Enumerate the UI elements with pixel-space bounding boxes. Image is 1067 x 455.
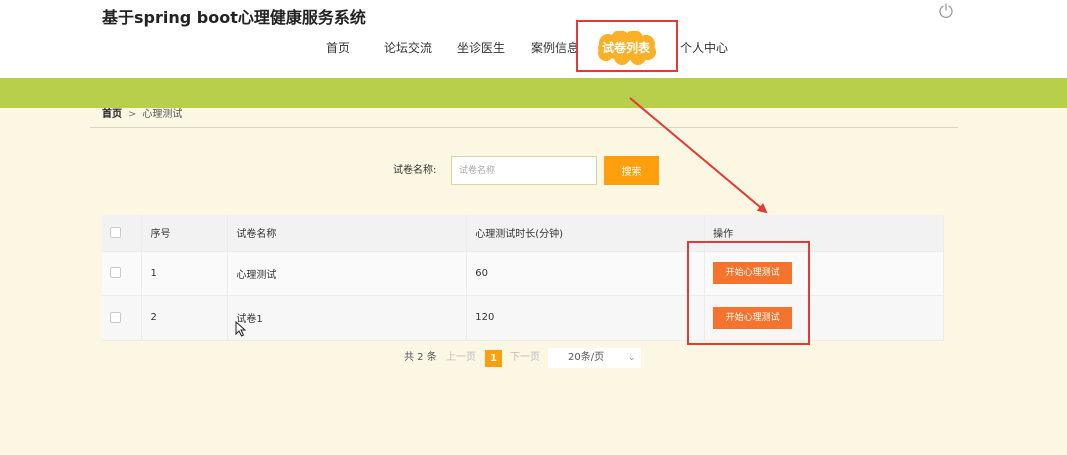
pagination-current-page[interactable]: 1 [485,350,502,367]
row-index: 1 [141,251,229,296]
header-action: 操作 [704,215,944,252]
nav-item-home[interactable]: 首页 [326,38,350,58]
breadcrumb: 首页 > 心理测试 [102,108,182,122]
nav-item-exam-list[interactable]: 试卷列表 [594,38,658,58]
power-icon[interactable] [937,2,955,20]
row-index: 2 [141,295,229,341]
start-test-button[interactable]: 开始心理测试 [713,306,793,329]
breadcrumb-divider [90,127,958,128]
pagination-next[interactable]: 下一页 [510,348,540,368]
page-size-value: 20条/页 [568,352,605,363]
row-exam-name: 试卷1 [227,295,468,341]
header-exam-name: 试卷名称 [227,215,468,252]
nav-item-forum[interactable]: 论坛交流 [384,38,432,58]
search-label: 试卷名称: [393,165,437,176]
site-title: 基于spring boot心理健康服务系统 [102,8,366,27]
nav-item-doctors[interactable]: 坐诊医生 [457,38,505,58]
row-exam-name: 心理测试 [227,251,468,296]
row-duration: 60 [466,251,706,296]
exam-table: 序号 试卷名称 心理测试时长(分钟) 操作 1 心理测试 60 开始心理测试 2… [102,215,944,341]
row-select[interactable] [102,251,143,296]
row-checkbox[interactable] [110,311,121,323]
row-duration: 120 [466,295,706,341]
breadcrumb-current: 心理测试 [142,109,183,120]
header-select-all[interactable] [102,215,143,252]
row-select[interactable] [102,295,143,341]
row-action: 开始心理测试 [704,251,944,296]
chevron-down-icon: ⌄ [628,353,636,363]
green-banner [0,78,1067,108]
search-input[interactable] [451,156,597,185]
nav-item-cases[interactable]: 案例信息 [531,38,579,58]
pagination-prev[interactable]: 上一页 [446,348,476,368]
header-duration: 心理测试时长(分钟) [466,215,706,252]
table-row: 2 试卷1 120 开始心理测试 [102,295,944,341]
breadcrumb-separator: > [128,109,137,120]
main-nav: 首页 论坛交流 坐诊医生 案例信息 个人中心 [0,38,1067,58]
search-button[interactable]: 搜索 [604,156,659,185]
nav-item-profile[interactable]: 个人中心 [680,38,728,58]
table-row: 1 心理测试 60 开始心理测试 [102,251,944,296]
header: 基于spring boot心理健康服务系统 首页 论坛交流 坐诊医生 案例信息 … [0,0,1067,78]
page-size-select[interactable]: 20条/页 ⌄ [548,348,641,368]
row-action: 开始心理测试 [704,295,944,341]
select-all-checkbox[interactable] [110,227,121,238]
breadcrumb-home[interactable]: 首页 [102,109,122,120]
pagination-total: 共 2 条 [404,352,437,363]
header-index: 序号 [141,215,229,252]
pagination: 共 2 条 上一页 1 下一页 20条/页 ⌄ [0,348,1067,368]
table-header-row: 序号 试卷名称 心理测试时长(分钟) 操作 [102,215,944,252]
start-test-button[interactable]: 开始心理测试 [713,262,793,284]
row-checkbox[interactable] [110,267,121,279]
